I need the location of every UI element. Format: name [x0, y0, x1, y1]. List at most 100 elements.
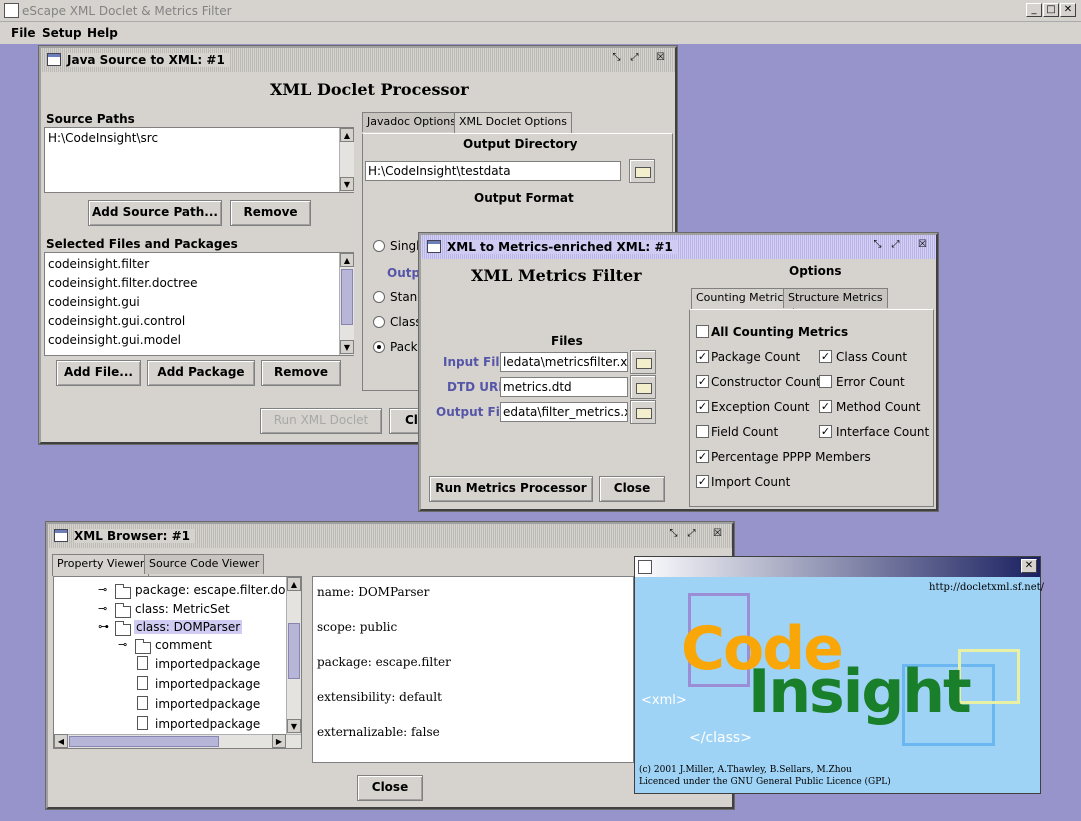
splash-window: ✕ http://docletxml.sf.net/ Code Insight … — [634, 556, 1044, 794]
package-count-checkbox[interactable]: ✓ — [696, 350, 709, 363]
radio-package-label: Pack — [390, 340, 418, 354]
scroll-thumb[interactable] — [341, 269, 353, 325]
close-metrics-button[interactable]: Close — [599, 476, 665, 502]
maximize-icon[interactable]: ⤢ — [888, 239, 903, 253]
menu-help[interactable]: Help — [87, 26, 118, 40]
scrollbar[interactable]: ▲ ▼ — [339, 128, 354, 192]
close-browser-button[interactable]: Close — [357, 775, 423, 801]
tree-node[interactable]: package: escape.filter.doctr — [135, 583, 301, 597]
scroll-up-icon[interactable]: ▲ — [340, 253, 354, 267]
iconify-icon[interactable]: ⤡ — [609, 52, 624, 66]
horizontal-scrollbar[interactable]: ◀ ▶ — [54, 734, 301, 748]
node-handle-icon[interactable]: ⊸ — [118, 638, 127, 651]
interface-count-checkbox[interactable]: ✓ — [819, 425, 832, 438]
radio-standard[interactable] — [373, 291, 385, 303]
list-item[interactable]: codeinsight.filter.doctree — [48, 276, 198, 290]
property-row: externalizable: false — [317, 725, 440, 739]
class-count-checkbox[interactable]: ✓ — [819, 350, 832, 363]
folder-browse-button[interactable] — [629, 159, 655, 183]
scrollbar[interactable]: ▲ ▼ — [286, 577, 301, 734]
maximize-icon[interactable]: □ — [1043, 3, 1059, 17]
import-count-checkbox[interactable]: ✓ — [696, 475, 709, 488]
scrollbar[interactable]: ▲ ▼ — [339, 253, 354, 355]
output-file-field[interactable]: edata\filter_metrics.xml — [500, 402, 628, 422]
list-item[interactable]: H:\CodeInsight\src — [48, 131, 158, 145]
run-xml-doclet-button[interactable]: Run XML Doclet — [260, 408, 382, 434]
remove-file-button[interactable]: Remove — [261, 360, 341, 386]
list-item[interactable]: codeinsight.gui.model — [48, 333, 181, 347]
close-icon[interactable]: ✕ — [1021, 559, 1037, 573]
minimize-icon[interactable]: _ — [1026, 3, 1042, 17]
field-count-checkbox[interactable] — [696, 425, 709, 438]
scroll-down-icon[interactable]: ▼ — [340, 177, 354, 191]
folder-browse-button[interactable] — [630, 400, 656, 424]
tree-node[interactable]: class: MetricSet — [135, 602, 230, 616]
node-handle-icon[interactable]: ⊸ — [98, 602, 107, 615]
list-item[interactable]: codeinsight.gui.control — [48, 314, 185, 328]
menu-setup[interactable]: Setup — [42, 26, 82, 40]
tab-property-viewer[interactable]: Property Viewer — [52, 554, 150, 576]
radio-single[interactable] — [373, 240, 385, 252]
iconify-icon[interactable]: ⤡ — [870, 239, 885, 253]
scroll-left-icon[interactable]: ◀ — [54, 734, 68, 748]
tab-xml-doclet-options[interactable]: XML Doclet Options — [454, 112, 572, 134]
error-count-checkbox[interactable] — [819, 375, 832, 388]
tree-node-selected[interactable]: class: DOMParser — [134, 620, 243, 634]
dtd-url-field[interactable]: metrics.dtd — [500, 377, 628, 397]
tab-structure-metrics[interactable]: Structure Metrics — [783, 288, 888, 308]
options-label: Options — [789, 264, 842, 278]
window-icon — [47, 53, 61, 66]
tab-source-code-viewer[interactable]: Source Code Viewer — [144, 554, 265, 574]
files-label: Files — [551, 334, 583, 348]
tree-node[interactable]: importedpackage — [155, 657, 260, 671]
tab-javadoc-options[interactable]: Javadoc Options — [362, 112, 461, 132]
exception-count-checkbox[interactable]: ✓ — [696, 400, 709, 413]
radio-package[interactable] — [373, 341, 385, 353]
output-directory-label: Output Directory — [463, 137, 578, 151]
scroll-down-icon[interactable]: ▼ — [287, 719, 301, 733]
scroll-down-icon[interactable]: ▼ — [340, 340, 354, 354]
close-icon[interactable]: ☒ — [710, 528, 725, 542]
all-counting-checkbox[interactable] — [696, 325, 709, 338]
scroll-right-icon[interactable]: ▶ — [272, 734, 286, 748]
list-item[interactable]: codeinsight.gui — [48, 295, 140, 309]
add-source-path-button[interactable]: Add Source Path... — [88, 200, 222, 226]
source-paths-list[interactable]: H:\CodeInsight\src ▲ ▼ — [44, 127, 354, 193]
maximize-icon[interactable]: ⤢ — [627, 52, 642, 66]
add-file-button[interactable]: Add File... — [56, 360, 141, 386]
output-directory-input[interactable]: H:\CodeInsight\testdata — [365, 161, 621, 181]
iconify-icon[interactable]: ⤡ — [666, 528, 681, 542]
folder-browse-button[interactable] — [630, 375, 656, 399]
input-file-field[interactable]: ledata\metricsfilter.xml — [500, 352, 628, 372]
maximize-icon[interactable]: ⤢ — [684, 528, 699, 542]
radio-single-label: Singl — [390, 239, 420, 253]
tab-counting-metrics[interactable]: Counting Metrics — [691, 288, 795, 310]
scroll-up-icon[interactable]: ▲ — [340, 128, 354, 142]
percentage-checkbox[interactable]: ✓ — [696, 450, 709, 463]
list-item[interactable]: codeinsight.filter — [48, 257, 149, 271]
radio-class[interactable] — [373, 316, 385, 328]
scroll-thumb[interactable] — [69, 736, 219, 747]
scroll-up-icon[interactable]: ▲ — [287, 577, 301, 591]
selected-files-list[interactable]: codeinsight.filter codeinsight.filter.do… — [44, 252, 354, 356]
close-icon[interactable]: ☒ — [915, 239, 930, 253]
xml-tree[interactable]: ⊸ package: escape.filter.doctr ⊸ class: … — [53, 576, 302, 749]
node-expanded-icon[interactable]: ⊶ — [98, 620, 109, 633]
add-package-button[interactable]: Add Package — [147, 360, 255, 386]
tree-node[interactable]: importedpackage — [155, 677, 260, 691]
close-icon[interactable]: ☒ — [653, 52, 668, 66]
constructor-count-checkbox[interactable]: ✓ — [696, 375, 709, 388]
node-handle-icon[interactable]: ⊸ — [98, 583, 107, 596]
tree-node[interactable]: importedpackage — [155, 717, 260, 731]
folder-browse-button[interactable] — [630, 350, 656, 374]
tree-node[interactable]: comment — [155, 638, 212, 652]
doclet-heading: XML Doclet Processor — [270, 80, 469, 99]
method-count-checkbox[interactable]: ✓ — [819, 400, 832, 413]
scroll-thumb[interactable] — [288, 623, 300, 679]
run-metrics-button[interactable]: Run Metrics Processor — [429, 476, 593, 502]
close-icon[interactable]: ✕ — [1060, 3, 1076, 17]
menu-file[interactable]: File — [11, 26, 36, 40]
tree-node[interactable]: importedpackage — [155, 697, 260, 711]
selected-files-label: Selected Files and Packages — [46, 237, 238, 251]
remove-source-button[interactable]: Remove — [230, 200, 311, 226]
